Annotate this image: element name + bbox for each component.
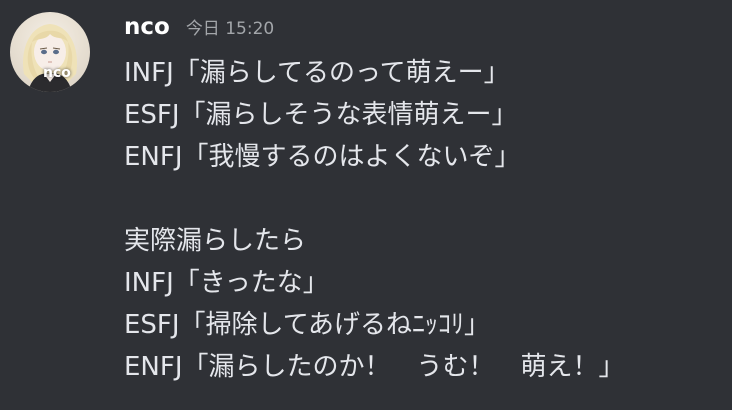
message-line: ESFJ「掃除してあげるねﾆｯｺﾘ」 [124,310,490,340]
timestamp[interactable]: 今日 15:20 [186,14,274,39]
user-avatar[interactable]: nco [10,12,90,92]
message-line: 実際漏らしたら [124,226,307,256]
username[interactable]: nco [124,14,170,40]
avatar-label: nco [43,65,71,81]
message-line: ESFJ「漏らしそうな表情萌えー」 [124,100,518,130]
message-line: ENFJ「漏らしたのか！ うむ！ 萌え！」 [124,352,625,382]
chat-message: nco nco 今日 15:20 INFJ「漏らしてるのって萌えー」 ESFJ「… [0,0,732,410]
message-content: INFJ「漏らしてるのって萌えー」 ESFJ「漏らしそうな表情萌えー」 ENFJ… [124,52,724,388]
message-line-blank [124,178,724,220]
message-header: nco 今日 15:20 [124,14,274,50]
message-line: ENFJ「我慢するのはよくないぞ」 [124,142,521,172]
message-line: INFJ「漏らしてるのって萌えー」 [124,58,510,88]
message-line: INFJ「きったな」 [124,268,329,298]
